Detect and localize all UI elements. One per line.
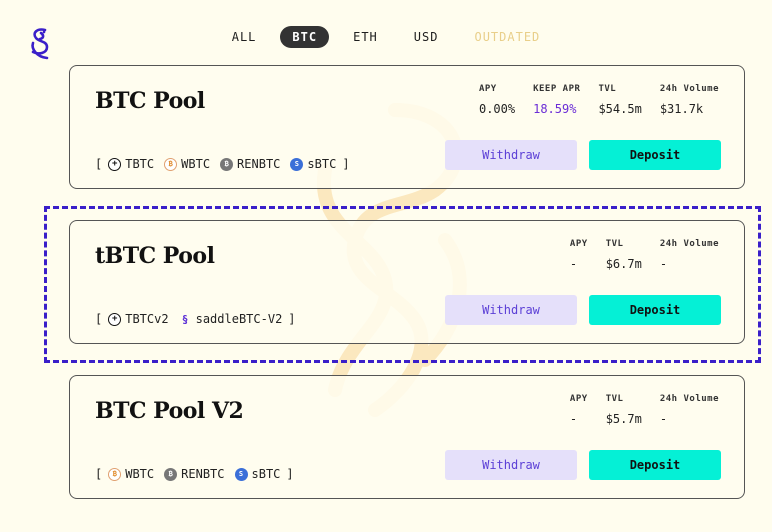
stat-apy: APY - bbox=[569, 239, 588, 271]
deposit-button[interactable]: Deposit bbox=[589, 450, 721, 480]
tab-btc[interactable]: BTC bbox=[280, 26, 330, 48]
stat-tvl: TVL $5.7m bbox=[605, 394, 642, 426]
renbtc-icon: ₿ bbox=[220, 157, 234, 171]
bracket-open: [ bbox=[95, 312, 103, 326]
token-list: [ + TBTCv2 § saddleBTC-V2 ] bbox=[95, 312, 296, 326]
stat-24h-volume: 24h Volume - bbox=[659, 394, 719, 426]
bracket-close: ] bbox=[286, 467, 294, 481]
token-item: SsBTC bbox=[234, 467, 280, 481]
token-item: ₿ WBTC bbox=[164, 157, 210, 171]
token-item: § saddleBTC-V2 bbox=[179, 312, 283, 326]
pool-title: BTC Pool bbox=[95, 88, 205, 114]
deposit-button[interactable]: Deposit bbox=[589, 295, 721, 325]
token-list: [ + TBTC ₿ WBTC ₿ RENBTC SsBTC ] bbox=[95, 157, 350, 171]
pool-title: BTC Pool V2 bbox=[95, 398, 244, 424]
bracket-close: ] bbox=[288, 312, 296, 326]
withdraw-button[interactable]: Withdraw bbox=[445, 140, 577, 170]
wbtc-icon: ₿ bbox=[108, 467, 122, 481]
pool-stats: APY - TVL $5.7m 24h Volume - bbox=[552, 394, 719, 426]
stat-apy: APY - bbox=[569, 394, 588, 426]
withdraw-button[interactable]: Withdraw bbox=[445, 450, 577, 480]
pool-title: tBTC Pool bbox=[95, 243, 215, 269]
stat-keep-apr: KEEP APR 18.59% bbox=[533, 84, 581, 116]
token-item: + TBTC bbox=[108, 157, 154, 171]
stat-tvl: TVL $54.5m bbox=[598, 84, 642, 116]
stat-24h-volume: 24h Volume - bbox=[659, 239, 719, 271]
pool-card-btc-v2: BTC Pool V2 APY - TVL $5.7m 24h Volume -… bbox=[69, 375, 745, 499]
pool-filter-tabs: ALL BTC ETH USD OUTDATED bbox=[0, 26, 772, 48]
token-item: ₿ RENBTC bbox=[164, 467, 225, 481]
tab-outdated[interactable]: OUTDATED bbox=[462, 26, 552, 48]
token-item: + TBTCv2 bbox=[108, 312, 169, 326]
withdraw-button[interactable]: Withdraw bbox=[445, 295, 577, 325]
token-item: ₿ WBTC bbox=[108, 467, 154, 481]
pool-stats: APY - TVL $6.7m 24h Volume - bbox=[552, 239, 719, 271]
pool-stats: APY 0.00% KEEP APR 18.59% TVL $54.5m 24h… bbox=[461, 84, 719, 116]
token-item: ₿ RENBTC bbox=[220, 157, 280, 171]
renbtc-icon: ₿ bbox=[164, 467, 178, 481]
token-list: [ ₿ WBTC ₿ RENBTC SsBTC ] bbox=[95, 467, 294, 481]
token-item: SsBTC bbox=[290, 157, 336, 171]
wbtc-icon: ₿ bbox=[164, 157, 178, 171]
tbtc-icon: + bbox=[108, 312, 122, 326]
tab-eth[interactable]: ETH bbox=[341, 26, 390, 48]
stat-apy: APY 0.00% bbox=[478, 84, 516, 116]
stat-tvl: TVL $6.7m bbox=[605, 239, 642, 271]
tbtc-icon: + bbox=[108, 157, 122, 171]
stat-24h-volume: 24h Volume $31.7k bbox=[659, 84, 719, 116]
saddle-icon: § bbox=[181, 312, 189, 326]
pool-card-btc: BTC Pool APY 0.00% KEEP APR 18.59% TVL $… bbox=[69, 65, 745, 189]
tab-all[interactable]: ALL bbox=[220, 26, 269, 48]
pool-card-tbtc: tBTC Pool APY - TVL $6.7m 24h Volume - [… bbox=[69, 220, 745, 344]
sbtc-icon: S bbox=[290, 157, 304, 171]
deposit-button[interactable]: Deposit bbox=[589, 140, 721, 170]
tab-usd[interactable]: USD bbox=[402, 26, 451, 48]
bracket-open: [ bbox=[95, 157, 103, 171]
bracket-close: ] bbox=[342, 157, 350, 171]
bracket-open: [ bbox=[95, 467, 103, 481]
sbtc-icon: S bbox=[234, 467, 248, 481]
